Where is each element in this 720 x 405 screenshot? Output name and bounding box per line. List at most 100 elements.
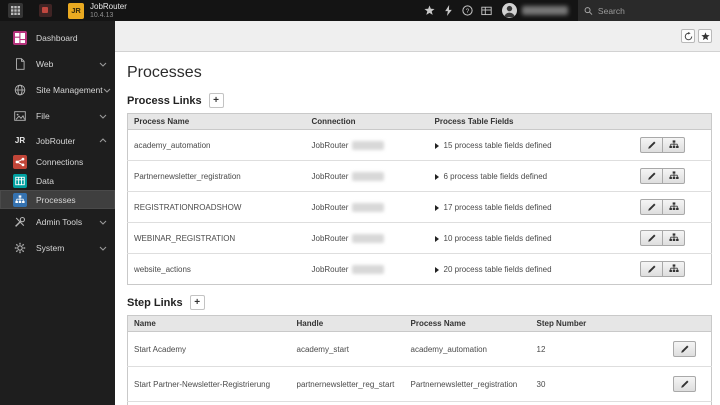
red-app-button[interactable] — [30, 0, 60, 21]
person-icon — [504, 5, 515, 18]
sidebar-item-label: File — [36, 111, 50, 121]
process-name-cell: website_actions — [127, 253, 306, 285]
star-icon — [424, 5, 435, 15]
edit-button[interactable] — [640, 137, 663, 153]
process-name-cell: Partnernewsletter_registration — [127, 160, 306, 192]
table-row: WEBINAR_REGISTRATION JobRouter 10 proces… — [127, 222, 712, 254]
search-icon — [584, 6, 593, 15]
sidebar-item-web[interactable]: Web — [0, 51, 115, 77]
table-row: website_actions JobRouter 20 process tab… — [127, 253, 712, 285]
process-name-cell: REGISTRATIONROADSHOW — [404, 401, 531, 405]
user-name-redacted[interactable] — [522, 6, 568, 15]
process-name-cell: academy_automation — [404, 331, 531, 367]
process-links-title: Process Links — [127, 94, 202, 107]
sidebar-item-dashboard[interactable]: Dashboard — [0, 25, 115, 51]
actions-cell — [638, 331, 712, 367]
table-row: Partnernewsletter_registration JobRouter… — [127, 160, 712, 192]
connection-cell: JobRouter — [305, 191, 429, 223]
sitemap-icon — [668, 233, 679, 241]
pencil-icon — [647, 141, 655, 149]
sidebar-item-connections[interactable]: Connections — [0, 152, 115, 171]
content-body: Processes Process Links + Process Name C… — [115, 52, 720, 405]
table-fields-button[interactable] — [662, 261, 685, 277]
column-header-actions — [627, 113, 712, 130]
user-avatar[interactable] — [502, 3, 517, 18]
svg-text:?: ? — [466, 8, 470, 15]
sidebar-item-admin-tools[interactable]: Admin Tools — [0, 209, 115, 235]
connection-redacted — [352, 264, 385, 274]
table-fields-button[interactable] — [662, 168, 685, 184]
actions-cell — [638, 401, 712, 405]
column-header: Process Name — [127, 113, 306, 130]
bookmark-button[interactable] — [698, 29, 712, 43]
connection-cell: JobRouter — [305, 160, 429, 192]
sidebar-item-jobrouter[interactable]: JR JobRouter — [0, 129, 115, 152]
jobrouter-logo: JR — [68, 2, 84, 19]
sidebar-item-label: System — [36, 243, 65, 253]
fields-cell: 6 process table fields defined — [428, 160, 628, 192]
app-version: 10.4.13 — [90, 11, 114, 19]
step-links-table: Name Handle Process Name Step Number Sta… — [127, 315, 712, 405]
table-row: REGISTRATIONROADSHOW JobRouter 17 proces… — [127, 191, 712, 223]
edit-button[interactable] — [673, 376, 696, 392]
connection-cell: JobRouter — [305, 222, 429, 254]
sidebar-item-file[interactable]: File — [0, 103, 115, 129]
expander-icon[interactable] — [434, 235, 439, 242]
expander-icon[interactable] — [434, 204, 439, 211]
column-header: Process Name — [404, 315, 531, 332]
brand-block: JobRouter 10.4.13 — [90, 1, 127, 19]
layout-icon — [481, 6, 492, 15]
edit-button[interactable] — [640, 199, 663, 215]
sidebar-item-data[interactable]: Data — [0, 171, 115, 190]
column-header: Name — [127, 315, 291, 332]
sidebar-item-label: Data — [36, 175, 54, 186]
connection-redacted — [352, 171, 385, 181]
panel-layout-button[interactable] — [477, 0, 496, 21]
pencil-icon — [680, 345, 688, 353]
lightning-icon — [445, 5, 452, 16]
search-input[interactable] — [597, 5, 714, 16]
expander-icon[interactable] — [434, 142, 439, 149]
process-name-cell: academy_automation — [127, 129, 306, 161]
quick-actions-button[interactable] — [439, 0, 458, 21]
app-name: JobRouter — [90, 1, 127, 11]
handle-cell: roadshow_registration_start — [290, 401, 405, 405]
sidebar-item-site-management[interactable]: Site Management — [0, 77, 115, 103]
pencil-icon — [647, 172, 655, 180]
refresh-icon — [684, 31, 692, 40]
process-name-cell: WEBINAR_REGISTRATION — [127, 222, 306, 254]
pencil-icon — [647, 203, 655, 211]
dashboard-icon — [13, 31, 27, 45]
table-header-row: Process Name Connection Process Table Fi… — [127, 113, 712, 130]
chevron-up-icon — [99, 138, 107, 143]
edit-button[interactable] — [673, 341, 696, 357]
refresh-button[interactable] — [681, 29, 695, 43]
column-header: Connection — [305, 113, 429, 130]
edit-button[interactable] — [640, 230, 663, 246]
sidebar-item-system[interactable]: System — [0, 235, 115, 261]
expander-icon[interactable] — [434, 173, 439, 180]
table-fields-button[interactable] — [662, 137, 685, 153]
help-button[interactable]: ? — [458, 0, 477, 21]
step-number-cell: 16 — [530, 401, 639, 405]
add-process-link-button[interactable]: + — [208, 93, 224, 108]
topbar: JR JobRouter 10.4.13 ? — [0, 0, 720, 21]
sitemap-icon — [668, 171, 679, 179]
table-row: Start Partner-Newsletter-Registrierung p… — [127, 366, 712, 402]
topbar-left: JR JobRouter 10.4.13 — [0, 0, 127, 21]
step-links-header: Step Links + — [127, 295, 711, 310]
edit-button[interactable] — [640, 168, 663, 184]
pencil-icon — [680, 380, 688, 388]
add-step-link-button[interactable]: + — [189, 295, 205, 310]
table-fields-button[interactable] — [662, 199, 685, 215]
sidebar-item-processes[interactable]: Processes — [0, 190, 115, 209]
process-links-table: Process Name Connection Process Table Fi… — [127, 113, 712, 285]
expander-icon[interactable] — [434, 266, 439, 273]
favorites-button[interactable] — [420, 0, 439, 21]
table-fields-button[interactable] — [662, 230, 685, 246]
actions-cell — [638, 366, 712, 402]
module-grid-button[interactable] — [0, 0, 30, 21]
fields-cell: 10 process table fields defined — [428, 222, 628, 254]
web-page-icon — [12, 58, 28, 70]
edit-button[interactable] — [640, 261, 663, 277]
